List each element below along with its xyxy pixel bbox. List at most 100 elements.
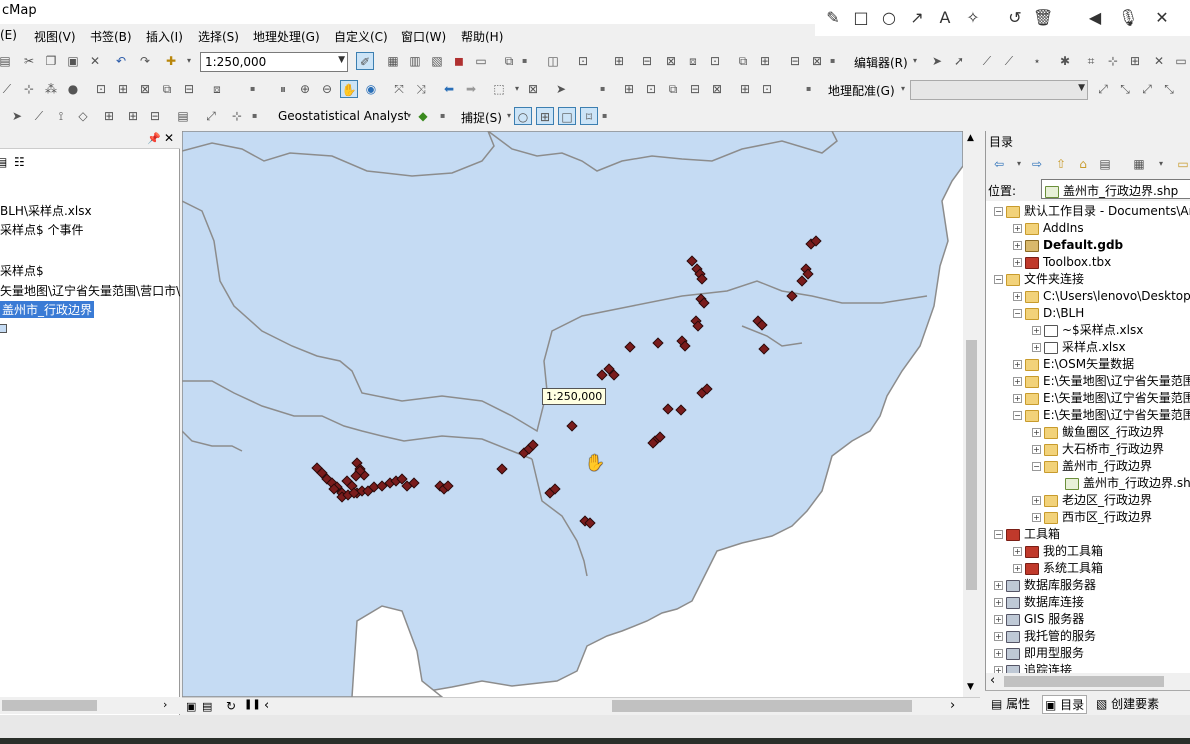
trace-icon[interactable]: ⟋ <box>1000 52 1018 70</box>
menu-view[interactable]: 视图(V) <box>34 28 76 45</box>
text-icon[interactable]: A <box>935 8 955 28</box>
toolbar-grip[interactable]: ▪ <box>600 80 608 98</box>
toolbar-grip[interactable]: ▪ <box>440 107 448 125</box>
edge-snap-icon[interactable]: ⌑ <box>580 107 598 125</box>
expand-icon[interactable]: + <box>1013 360 1022 369</box>
tree-row[interactable]: + E:\矢量地图\辽宁省矢量范围 <box>1013 373 1190 390</box>
tree-row[interactable]: + 老边区_行政边界 <box>1032 492 1152 509</box>
rectangle-icon[interactable]: □ <box>851 8 871 28</box>
layout-tool-icon[interactable]: ⊠ <box>708 80 726 98</box>
attributes-icon[interactable]: ⊞ <box>1126 52 1144 70</box>
tab-catalog[interactable]: ▣ 目录 <box>1042 695 1088 714</box>
georef-tool-icon[interactable]: ⤢ <box>1094 80 1112 98</box>
expand-icon[interactable]: + <box>1013 292 1022 301</box>
tool-e-icon[interactable]: ⊠ <box>662 52 680 70</box>
editor-menu[interactable]: 编辑器(R) <box>854 54 908 71</box>
scroll-right-icon[interactable]: › <box>163 698 167 711</box>
menu-windows[interactable]: 窗口(W) <box>401 28 446 45</box>
zoom-out-icon[interactable]: ⊖ <box>318 80 336 98</box>
tree-row[interactable]: − 工具箱 <box>994 526 1060 543</box>
toc-view-icon[interactable]: ▤ <box>0 155 7 169</box>
tree-row[interactable]: + Default.gdb <box>1013 237 1123 254</box>
clear-selection-icon[interactable]: ⊠ <box>524 80 542 98</box>
expand-icon[interactable]: + <box>1013 394 1022 403</box>
toolbar-grip[interactable]: ▪ <box>252 107 260 125</box>
tool-b-icon[interactable]: ⊡ <box>574 52 592 70</box>
tree-row[interactable]: + ~$采样点.xlsx <box>1032 322 1143 339</box>
globe-icon[interactable]: ◉ <box>362 80 380 98</box>
collapse-icon[interactable]: − <box>1013 411 1022 420</box>
expand-icon[interactable]: + <box>1032 343 1041 352</box>
model-builder-icon[interactable]: ⧉ <box>500 52 518 70</box>
list-by-source-icon[interactable]: ☷ <box>14 155 25 169</box>
collapse-icon[interactable]: − <box>1013 309 1022 318</box>
chevron-down-icon[interactable]: ▾ <box>1152 155 1170 173</box>
layout-tool-icon[interactable]: ⊞ <box>736 80 754 98</box>
paste-icon[interactable]: ▣ <box>64 52 82 70</box>
expand-icon[interactable]: + <box>994 649 1003 658</box>
menu-insert[interactable]: 插入(I) <box>146 28 183 45</box>
split-icon[interactable]: ⌗ <box>1082 52 1100 70</box>
select-arrow-icon[interactable]: ➤ <box>8 107 26 125</box>
grid-icon[interactable]: ⊟ <box>146 107 164 125</box>
layout-view-icon[interactable]: ▤ <box>202 700 212 713</box>
layout-tool-icon[interactable]: ⊞ <box>620 80 638 98</box>
tree-row[interactable]: + 系统工具箱 <box>1013 560 1103 577</box>
trash-icon[interactable]: 🗑 <box>1033 8 1053 28</box>
expand-icon[interactable]: + <box>1032 326 1041 335</box>
scroll-down-icon[interactable]: ▼ <box>967 682 974 692</box>
georef-tool-icon[interactable]: ⤢ <box>1138 80 1156 98</box>
undo-icon[interactable]: ↺ <box>1005 8 1025 28</box>
expand-icon[interactable]: + <box>994 598 1003 607</box>
delete-icon[interactable]: ✕ <box>86 52 104 70</box>
tool-k-icon[interactable]: ⊠ <box>808 52 826 70</box>
scroll-up-icon[interactable]: ▲ <box>967 133 974 143</box>
globe-gray-icon[interactable]: ● <box>64 80 82 98</box>
point-snap-icon[interactable]: ○ <box>514 107 532 125</box>
tool-h-icon[interactable]: ⧉ <box>734 52 752 70</box>
fixed-zoom-in-icon[interactable]: ⤧ <box>390 80 408 98</box>
collapse-icon[interactable]: − <box>994 530 1003 539</box>
tool-g-icon[interactable]: ⊡ <box>706 52 724 70</box>
zoom-in-icon[interactable]: ⊕ <box>296 80 314 98</box>
end-snap-icon[interactable]: ⊞ <box>536 107 554 125</box>
layout-tool-icon[interactable]: ⊡ <box>642 80 660 98</box>
toc-source-path[interactable]: BLH\采样点.xlsx <box>0 202 92 219</box>
arctoolbox-icon[interactable]: ◼ <box>450 52 468 70</box>
menu-selection[interactable]: 选择(S) <box>198 28 239 45</box>
select-elements-icon[interactable]: ➤ <box>552 80 570 98</box>
undo-icon[interactable]: ↶ <box>112 52 130 70</box>
georef-layer-combo[interactable]: ▼ <box>910 80 1088 100</box>
tool-icon[interactable]: ⟋ <box>0 80 16 98</box>
toolbar-grip[interactable]: ▪ <box>602 107 610 125</box>
georeferencing-menu[interactable]: 地理配准(G) <box>828 82 895 99</box>
straight-segment-icon[interactable]: ⟋ <box>978 52 996 70</box>
catalog-hscroll[interactable]: ‹ <box>986 673 1190 690</box>
expand-icon[interactable]: + <box>1032 496 1041 505</box>
fixed-zoom-out-icon[interactable]: ⤨ <box>412 80 430 98</box>
layout-tool-icon[interactable]: ⊟ <box>686 80 704 98</box>
tool-icon[interactable]: ⊠ <box>136 80 154 98</box>
catalog-hscroll-thumb[interactable] <box>1004 676 1164 687</box>
tree-row[interactable]: + 数据库连接 <box>994 594 1084 611</box>
map-vscroll-thumb[interactable] <box>966 340 977 590</box>
tree-row[interactable]: + E:\矢量地图\辽宁省矢量范围 <box>1013 390 1190 407</box>
arrow-icon[interactable]: ↗ <box>907 8 927 28</box>
refresh-icon[interactable]: ↻ <box>226 699 236 713</box>
edit-annotation-icon[interactable]: ➚ <box>950 52 968 70</box>
toc-boundary-layer[interactable]: 盖州市_行政边界 <box>0 301 95 318</box>
editor-toolbar-icon[interactable]: ✐ <box>356 52 374 70</box>
catalog-window-icon[interactable]: ▥ <box>406 52 424 70</box>
tool-d-icon[interactable]: ⊟ <box>638 52 656 70</box>
python-window-icon[interactable]: ▭ <box>472 52 490 70</box>
map-hscroll-thumb[interactable] <box>612 700 912 712</box>
toc-hscroll-thumb[interactable] <box>2 700 97 711</box>
pin-icon[interactable]: 📌 <box>147 132 161 145</box>
tool-icon[interactable]: ⊹ <box>228 107 246 125</box>
collapse-icon[interactable]: − <box>994 207 1003 216</box>
tree-row[interactable]: − 盖州市_行政边界 <box>1032 458 1152 475</box>
expand-icon[interactable]: + <box>1013 241 1022 250</box>
tree-row[interactable]: + 数据库服务器 <box>994 577 1096 594</box>
reshape-icon[interactable]: ✱ <box>1056 52 1074 70</box>
table-icon[interactable]: ▤ <box>174 107 192 125</box>
